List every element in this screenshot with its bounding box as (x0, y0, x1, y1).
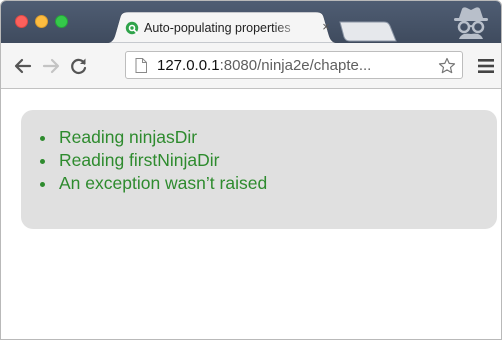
active-tab[interactable]: Auto-populating properties × (105, 12, 339, 43)
title-bar: Auto-populating properties × (1, 1, 501, 43)
result-item: Reading firstNinjaDir (40, 149, 497, 172)
url-host: 127.0.0.1 (157, 57, 220, 74)
results-list: Reading ninjasDir Reading firstNinjaDir … (21, 126, 497, 195)
address-bar[interactable]: 127.0.0.1:8080/ninja2e/chapte... (125, 51, 463, 79)
window-close-button[interactable] (15, 15, 28, 28)
page-content: Reading ninjasDir Reading firstNinjaDir … (1, 89, 501, 339)
url-text: 127.0.0.1:8080/ninja2e/chapte... (157, 57, 427, 75)
back-arrow-icon[interactable] (13, 57, 33, 75)
tab-title: Auto-populating properties (144, 21, 291, 35)
result-item: Reading ninjasDir (40, 126, 497, 149)
star-icon[interactable] (438, 57, 456, 75)
page-icon (135, 58, 147, 73)
url-path: :8080/ninja2e/chapte... (219, 57, 372, 74)
browser-toolbar: 127.0.0.1:8080/ninja2e/chapte... (1, 43, 501, 89)
new-tab-button[interactable] (334, 20, 400, 43)
tab-close-button[interactable]: × (319, 19, 333, 35)
result-item: An exception wasn’t raised (40, 172, 497, 195)
qunit-favicon-icon (125, 21, 139, 35)
browser-window: Auto-populating properties × 127.0.0.1:8… (0, 0, 502, 340)
incognito-icon (454, 7, 488, 39)
forward-arrow-icon[interactable] (41, 57, 61, 75)
reload-icon[interactable] (69, 57, 89, 75)
window-maximize-button[interactable] (55, 15, 68, 28)
hamburger-menu-icon[interactable] (477, 58, 495, 74)
window-minimize-button[interactable] (35, 15, 48, 28)
results-panel: Reading ninjasDir Reading firstNinjaDir … (21, 110, 497, 229)
